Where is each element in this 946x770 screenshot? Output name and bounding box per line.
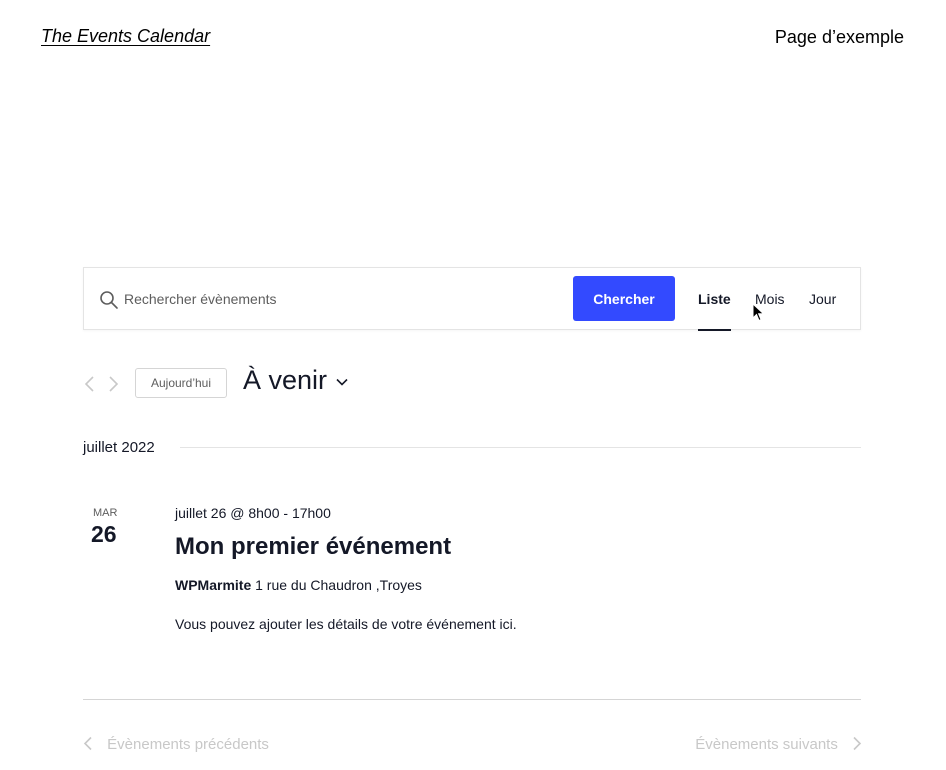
event-description: Vous pouvez ajouter les détails de votre… [175, 616, 517, 632]
chevron-right-icon [853, 736, 862, 751]
tab-day-view[interactable]: Jour [809, 291, 836, 307]
search-icon [100, 291, 118, 309]
event-weekday: MAR [93, 507, 118, 519]
next-events-label: Évènements suivants [695, 736, 838, 753]
search-input[interactable] [124, 287, 564, 311]
search-button[interactable]: Chercher [573, 276, 675, 321]
event-day: 26 [91, 521, 117, 547]
venue-address: 1 rue du Chaudron ,Troyes [255, 577, 422, 593]
site-title-link[interactable]: The Events Calendar [41, 26, 210, 47]
chevron-left-icon [83, 736, 92, 751]
venue-name: WPMarmite [175, 577, 252, 593]
events-bar: Chercher Liste Mois Jour [83, 267, 861, 331]
tab-list-view[interactable]: Liste [698, 291, 731, 331]
event-venue: WPMarmite 1 rue du Chaudron ,Troyes [175, 577, 422, 593]
event-title-link[interactable]: Mon premier événement [175, 533, 451, 561]
today-button[interactable]: Aujourd’hui [135, 368, 227, 398]
previous-events-arrow-icon[interactable] [83, 375, 95, 393]
list-divider [83, 699, 861, 700]
previous-events-link[interactable]: Évènements précédents [83, 736, 269, 753]
next-events-link[interactable]: Évènements suivants [695, 736, 862, 753]
page: The Events Calendar Page d’exemple Cherc… [0, 0, 946, 770]
previous-events-label: Évènements précédents [107, 736, 269, 753]
event-datetime: juillet 26 @ 8h00 - 17h00 [175, 505, 331, 521]
month-separator-label: juillet 2022 [83, 439, 155, 456]
chevron-down-icon[interactable] [336, 378, 348, 386]
next-events-arrow-icon[interactable] [108, 375, 120, 393]
month-separator-line [180, 447, 861, 448]
mouse-pointer-icon [752, 303, 765, 322]
sample-page-link[interactable]: Page d’exemple [775, 27, 904, 48]
datepicker-button[interactable]: À venir [243, 365, 327, 396]
